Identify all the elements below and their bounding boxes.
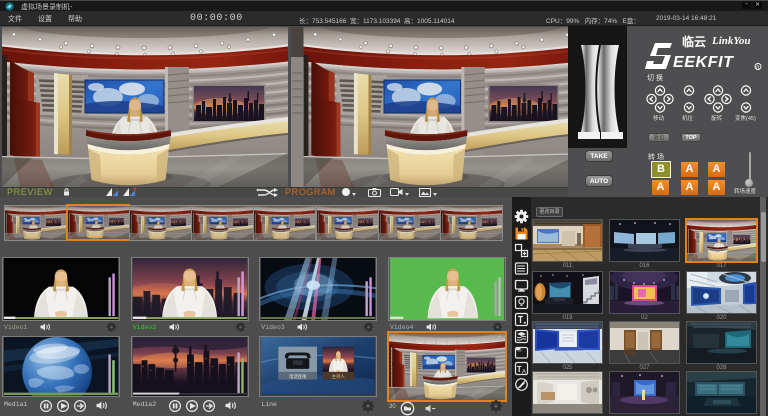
svg-text:mv: mv bbox=[517, 349, 522, 353]
svg-text:主持人: 主持人 bbox=[332, 373, 346, 380]
svg-text:电话连线: 电话连线 bbox=[289, 373, 307, 380]
svg-text:EEKFIT: EEKFIT bbox=[673, 54, 734, 71]
svg-text:A: A bbox=[522, 370, 526, 376]
